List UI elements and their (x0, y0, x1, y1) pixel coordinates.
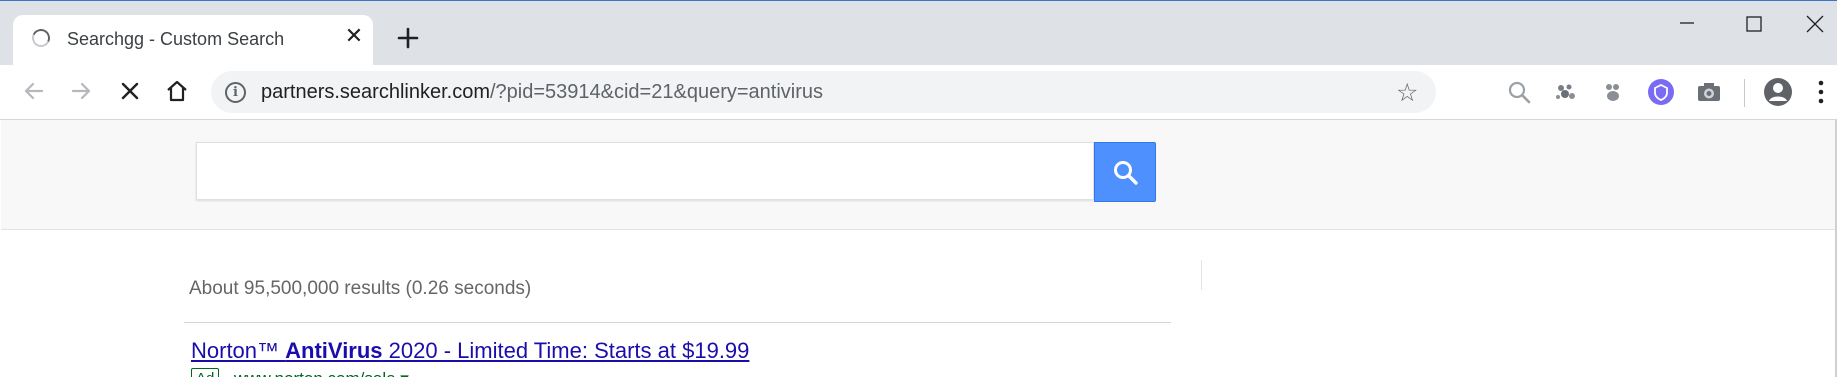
url-text[interactable]: partners.searchlinker.com/?pid=53914&cid… (261, 81, 823, 104)
url-host: partners.searchlinker.com (261, 81, 490, 103)
shield-extension-icon[interactable] (1647, 78, 1675, 106)
close-window-icon[interactable] (1791, 9, 1837, 41)
minimize-window-icon[interactable] (1664, 9, 1710, 41)
address-bar[interactable]: i partners.searchlinker.com/?pid=53914&c… (211, 71, 1436, 113)
tab-close-icon[interactable]: ✕ (341, 23, 367, 49)
ad-title-suffix: 2020 - Limited Time: Starts at $19.99 (382, 338, 750, 363)
ad-title-prefix: Norton™ (191, 338, 286, 363)
search-icon (1114, 161, 1138, 185)
search-header (1, 120, 1835, 230)
site-info-icon[interactable]: i (225, 82, 246, 103)
url-path: /?pid=53914&cid=21&query=antivirus (489, 81, 824, 103)
back-arrow-icon[interactable] (16, 73, 52, 109)
results-column-divider (1201, 260, 1202, 290)
page-viewport: About 95,500,000 results (0.26 seconds) … (1, 120, 1835, 377)
tab-title: Searchgg - Custom Search (67, 29, 285, 49)
home-icon[interactable] (159, 73, 195, 109)
tab-strip: Searchgg - Custom Search ✕ (0, 0, 1837, 66)
zoom-search-icon[interactable] (1505, 78, 1533, 106)
profile-avatar-icon[interactable] (1762, 76, 1794, 108)
search-input[interactable] (196, 142, 1094, 200)
camera-extension-icon[interactable] (1695, 78, 1723, 106)
stop-loading-x-icon[interactable] (112, 73, 148, 109)
browser-menu-icon[interactable] (1815, 78, 1827, 106)
loading-spinner-icon (29, 26, 53, 50)
new-tab-plus-icon[interactable] (393, 23, 423, 53)
browser-toolbar: i partners.searchlinker.com/?pid=53914&c… (0, 65, 1837, 120)
forward-arrow-icon[interactable] (63, 73, 99, 109)
toolbar-separator (1744, 79, 1745, 107)
browser-tab-active[interactable]: Searchgg - Custom Search ✕ (13, 15, 373, 66)
search-button[interactable] (1094, 142, 1156, 202)
puzzle-extension-icon[interactable] (1551, 78, 1579, 106)
ad-result-title-link[interactable]: Norton™ AntiVirus 2020 - Limited Time: S… (191, 338, 749, 364)
pawprint-extension-icon[interactable] (1599, 78, 1627, 106)
ad-badge: Ad (191, 368, 220, 377)
bookmark-star-icon[interactable]: ☆ (1396, 78, 1418, 108)
results-stats: About 95,500,000 results (0.26 seconds) (189, 278, 532, 299)
maximize-window-icon[interactable] (1731, 9, 1777, 41)
ad-title-keyword: AntiVirus (285, 338, 383, 363)
divider (184, 322, 1171, 323)
ad-display-url[interactable]: www.norton.com/sale ▾ (234, 369, 409, 377)
